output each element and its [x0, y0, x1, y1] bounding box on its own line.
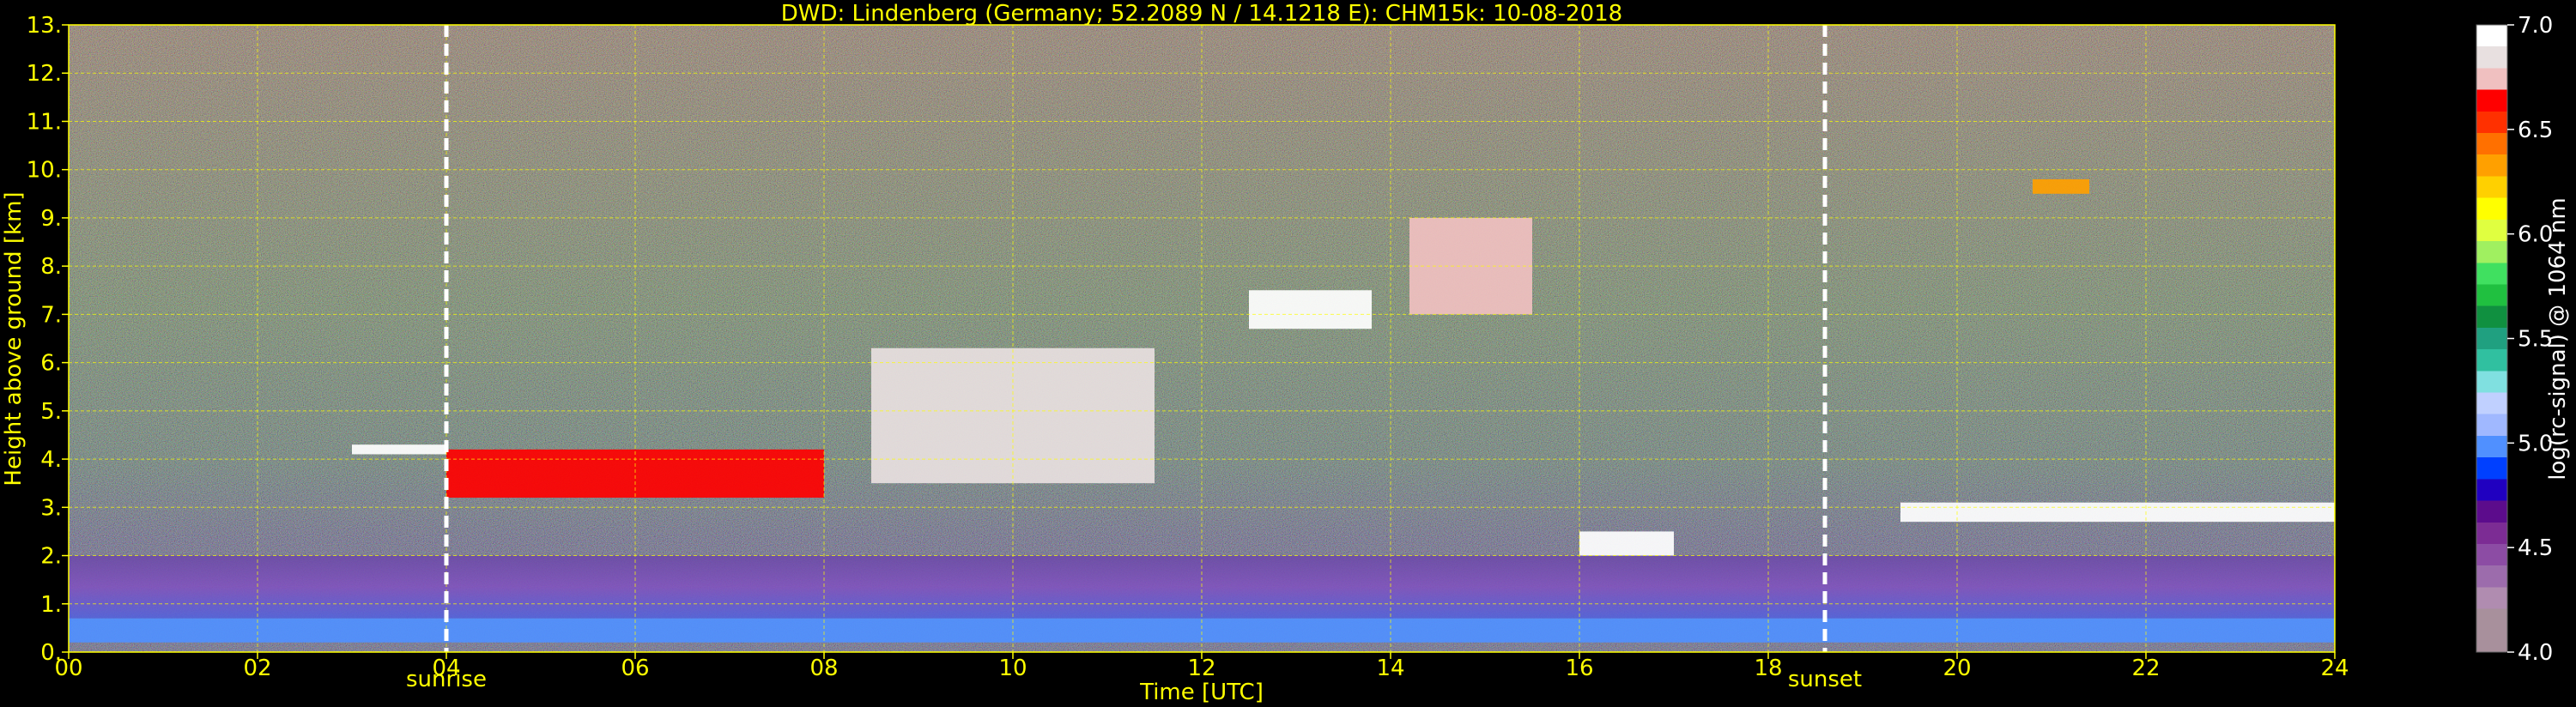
- colorbar-tick-label-1: 4.5: [2518, 535, 2553, 561]
- x-tick-label-6: 12: [1187, 656, 1215, 681]
- x-tick-label-5: 10: [998, 656, 1027, 681]
- colorbar-label: log(rc-signal) @ 1064 nm: [2545, 197, 2571, 480]
- colorbar: 4.04.55.05.56.06.57.0 log(rc-signal) @ 1…: [2476, 13, 2571, 666]
- ceilometer-chart: DWD: Lindenberg (Germany; 52.2089 N / 14…: [1, 1, 2571, 705]
- x-tick-label-8: 16: [1565, 656, 1593, 681]
- plot-area: sunrise sunset: [68, 24, 2336, 692]
- y-tick-label-2: 2.: [40, 544, 62, 570]
- x-tick-label-7: 14: [1376, 656, 1404, 681]
- signal-layer-8: [1900, 502, 2335, 523]
- x-tick-label-10: 20: [1943, 656, 1971, 681]
- y-tick-label-9: 9.: [40, 206, 62, 232]
- y-tick-label-8: 8.: [40, 254, 62, 280]
- colorbar-scale: [2476, 25, 2507, 652]
- colorbar-tick-label-5: 6.5: [2518, 118, 2553, 143]
- y-tick-label-1: 1.: [40, 592, 62, 618]
- y-tick-label-5: 5.: [40, 399, 62, 425]
- x-axis-label: Time [UTC]: [1139, 680, 1264, 705]
- y-tick-label-3: 3.: [40, 495, 62, 521]
- colorbar-tick-label-6: 7.0: [2518, 13, 2553, 39]
- y-tick-label-6: 6.: [40, 351, 62, 377]
- y-tick-label-10: 10.: [27, 158, 62, 184]
- x-tick-label-2: 04: [432, 656, 460, 681]
- signal-layer-9: [2033, 178, 2089, 194]
- x-tick-label-12: 24: [2320, 656, 2349, 681]
- signal-layer-7: [1579, 531, 1674, 556]
- marker-label-sunset: sunset: [1788, 667, 1862, 692]
- y-tick-label-13: 13.: [27, 13, 62, 39]
- y-tick-label-12: 12.: [27, 61, 62, 87]
- signal-layer-2: [352, 444, 446, 455]
- x-tick-label-9: 18: [1754, 656, 1782, 681]
- y-axis-ticks: 0. 1. 2. 3. 4. 5. 6. 7. 8. 9. 10. 11. 12. 13.: [27, 13, 69, 666]
- colorbar-tick-label-0: 4.0: [2518, 640, 2553, 666]
- y-tick-label-7: 7.: [40, 302, 62, 328]
- chart-title: DWD: Lindenberg (Germany; 52.2089 N / 14…: [781, 1, 1622, 27]
- x-axis-ticks: 00 02 04 06 08 10 12 14 16 18 20 22 24: [54, 652, 2349, 681]
- x-tick-label-1: 02: [243, 656, 271, 681]
- y-axis-label: Height above ground [km]: [1, 191, 27, 486]
- y-tick-label-0: 0.: [40, 640, 62, 666]
- signal-layer-5: [1249, 290, 1372, 329]
- x-tick-label-3: 06: [621, 656, 649, 681]
- x-tick-label-4: 08: [809, 656, 838, 681]
- y-tick-label-4: 4.: [40, 447, 62, 473]
- y-tick-label-11: 11.: [27, 109, 62, 135]
- x-tick-label-11: 22: [2131, 656, 2160, 681]
